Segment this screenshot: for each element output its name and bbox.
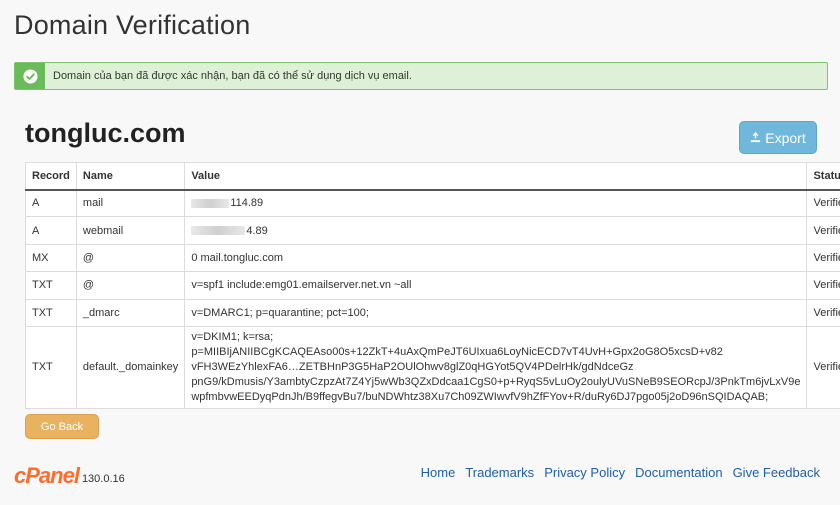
alert-icon-container [15, 63, 45, 89]
dkim-line: vFH3WEzYhlexFA6…ZETBHnP3G5HaP2OUlOhwv8gl… [191, 360, 634, 373]
dns-records-table: Record Name Value Status A mail 114.89 V… [25, 162, 840, 409]
header-status: Status [806, 162, 840, 191]
cell-value: 4.89 [184, 216, 808, 245]
check-circle-icon [22, 68, 38, 84]
cell-name: @ [75, 243, 186, 273]
cpanel-logo: cPanel [14, 463, 80, 488]
version-number: 130.0.16 [81, 473, 125, 485]
table-row: TXT @ v=spf1 include:emg01.emailserver.n… [25, 271, 840, 300]
cell-value: v=spf1 include:emg01.emailserver.net.vn … [184, 271, 808, 300]
export-icon [751, 132, 761, 143]
page-title: Domain Verification [14, 10, 251, 40]
cell-value: v=DKIM1; k=rsa; p=MIIBIjANIIBCgKCAQEAso0… [184, 325, 808, 409]
dkim-line: v=DKIM1; k=rsa; p=MIIBIjANIIBCgKCAQEAso0… [191, 330, 723, 358]
redacted-ip [191, 226, 246, 236]
cell-record: A [25, 188, 77, 218]
table-header-row: Record Name Value Status [25, 162, 840, 191]
cell-value: v=DMARC1; p=quarantine; pct=100; [184, 298, 808, 327]
table-row: A webmail 4.89 Verified [25, 216, 840, 245]
table-row: TXT default._domainkey v=DKIM1; k=rsa; p… [25, 325, 840, 409]
cell-value: 0 mail.tongluc.com [184, 243, 808, 273]
table-row: MX @ 0 mail.tongluc.com Verified [25, 243, 840, 273]
dkim-line: wpfmbvwEEDyqPdnJh/B9ffegvBu7/buNDWhtz38X… [191, 390, 769, 403]
footer-link-documentation[interactable]: Documentation [635, 465, 722, 480]
success-alert: Domain của bạn đã được xác nhận, bạn đã … [14, 62, 828, 90]
cell-name: webmail [75, 216, 186, 245]
table-row: A mail 114.89 Verified [25, 188, 840, 218]
domain-name: tongluc.com [25, 118, 186, 148]
cell-status: Verified [806, 325, 840, 409]
cell-record: TXT [25, 298, 77, 327]
header-record: Record [25, 162, 77, 191]
dkim-line: pnG9/kDmusis/Y3ambtyCzpzAt7Z4Yj5wWb3QZxD… [191, 375, 801, 388]
header-name: Name [75, 162, 186, 191]
footer-link-trademarks[interactable]: Trademarks [465, 465, 534, 480]
footer-link-privacy-policy[interactable]: Privacy Policy [544, 465, 625, 480]
export-button[interactable]: Export [739, 121, 817, 154]
cell-status: Verified [806, 216, 840, 245]
header-value: Value [184, 162, 808, 191]
footer-logo: cPanel 130.0.16 [14, 463, 125, 489]
cell-name: @ [75, 271, 186, 300]
cell-record: A [25, 216, 77, 245]
cell-status: Verified [806, 243, 840, 273]
go-back-button[interactable]: Go Back [25, 414, 99, 439]
footer-link-give-feedback[interactable]: Give Feedback [733, 465, 820, 480]
cell-name: _dmarc [75, 298, 186, 327]
cell-status: Verified [806, 188, 840, 218]
export-label: Export [765, 129, 806, 146]
footer-links: Home Trademarks Privacy Policy Documenta… [421, 465, 820, 480]
redacted-ip [191, 199, 230, 209]
cell-name: mail [75, 188, 186, 218]
cell-value-text: 114.89 [230, 197, 264, 210]
cell-status: Verified [806, 298, 840, 327]
footer-link-home[interactable]: Home [421, 465, 456, 480]
cell-status: Verified [806, 271, 840, 300]
cell-record: TXT [25, 325, 77, 409]
alert-message: Domain của bạn đã được xác nhận, bạn đã … [53, 70, 412, 82]
table-row: TXT _dmarc v=DMARC1; p=quarantine; pct=1… [25, 298, 840, 327]
cell-name: default._domainkey [75, 325, 186, 409]
cell-value: 114.89 [184, 188, 808, 218]
cell-value-text: 4.89 [246, 224, 268, 237]
cell-record: MX [25, 243, 77, 273]
cell-record: TXT [25, 271, 77, 300]
